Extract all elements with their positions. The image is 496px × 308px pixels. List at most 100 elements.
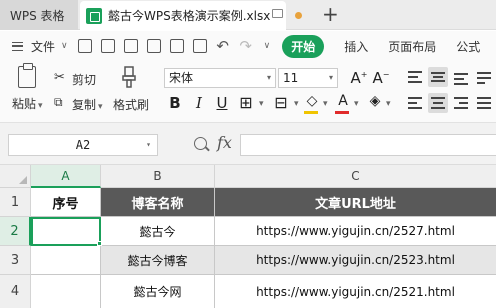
eraser-chevron-icon[interactable]: ▾ — [386, 99, 391, 109]
borders-icon[interactable]: ⊞ — [237, 93, 255, 112]
undo-icon[interactable]: ↶ — [216, 39, 230, 54]
quick-access-chevron-icon[interactable]: ∨ — [264, 41, 271, 51]
format-painter-button[interactable]: 格式刷 — [113, 96, 149, 113]
print-preview-icon[interactable] — [192, 39, 207, 53]
column-header-b[interactable]: B — [101, 165, 215, 188]
unsaved-dot-icon — [295, 12, 302, 19]
tab-insert[interactable]: 插入 — [344, 38, 368, 55]
spreadsheet-icon — [86, 7, 102, 24]
tab-formula[interactable]: 公式 — [456, 38, 480, 55]
decrease-font-icon[interactable]: A− — [372, 69, 390, 87]
file-menu-label: 文件 — [31, 39, 56, 54]
fill-color-icon[interactable]: ◇ — [303, 93, 321, 109]
cell-a3[interactable] — [31, 246, 101, 275]
copy-icon: ⧉ — [54, 95, 63, 109]
insert-function-icon[interactable]: fx — [217, 133, 232, 152]
font-name-value: 宋体 — [169, 71, 194, 85]
spreadsheet-grid: A B C 1 2 3 4 序号 博客名称 文章URL地址 懿古今 https:… — [0, 165, 496, 308]
name-box[interactable]: A2 ▾ — [8, 134, 158, 156]
row-header-3[interactable]: 3 — [0, 246, 31, 275]
ribbon: 粘贴 ▾ ✂ 剪切 ⧉ 复制 ▾ 格式刷 宋体 ▾ 11 ▾ A+ A− B I U… — [0, 61, 496, 123]
name-box-value: A2 — [75, 138, 91, 152]
tab-start[interactable]: 开始 — [282, 34, 325, 58]
eraser-icon[interactable]: ◈ — [366, 93, 384, 109]
bold-button[interactable]: B — [166, 94, 184, 112]
redo-icon[interactable]: ↷ — [239, 39, 253, 54]
new-tab-plus-icon[interactable]: + — [322, 4, 339, 24]
app-tab-label: WPS 表格 — [10, 8, 65, 23]
menu-bar: 文件 ∨ ↶ ↷ ∨ 开始 插入 页面布局 公式 — [0, 31, 496, 61]
font-name-dropdown-icon: ▾ — [266, 73, 271, 82]
header-cell-blog-name[interactable]: 博客名称 — [101, 188, 215, 217]
underline-button[interactable]: U — [213, 94, 231, 112]
font-color-swatch — [335, 111, 349, 114]
print-icon[interactable] — [169, 39, 184, 53]
font-size-select[interactable]: 11 ▾ — [278, 68, 338, 88]
document-tab-label: 懿古今WPS表格演示案例.xlsx — [108, 9, 271, 23]
align-middle-icon[interactable] — [428, 67, 448, 87]
row-header-1[interactable]: 1 — [0, 188, 31, 217]
copy-button[interactable]: 复制 ▾ — [72, 96, 103, 113]
column-header-a[interactable]: A — [31, 165, 101, 188]
wrap-text-icon[interactable] — [474, 67, 494, 87]
font-color-icon[interactable]: A — [334, 93, 352, 109]
cell-b4[interactable]: 懿古今网 — [101, 275, 215, 308]
hamburger-icon — [12, 41, 23, 51]
cell-c3[interactable]: https://www.yigujin.cn/2523.html — [215, 246, 496, 275]
align-center-icon[interactable] — [428, 93, 448, 113]
cell-c4[interactable]: https://www.yigujin.cn/2521.html — [215, 275, 496, 308]
tab-page-layout[interactable]: 页面布局 — [388, 38, 436, 55]
paste-icon[interactable] — [18, 63, 36, 88]
cell-b3[interactable]: 懿古今博客 — [101, 246, 215, 275]
app-tab[interactable]: WPS 表格 — [0, 0, 78, 30]
document-tab[interactable]: 懿古今WPS表格演示案例.xlsx — [80, 1, 286, 30]
header-cell-article-url[interactable]: 文章URL地址 — [215, 188, 496, 217]
paste-label: 粘贴 — [12, 97, 37, 111]
cell-b2[interactable]: 懿古今 — [101, 217, 215, 246]
paste-button[interactable]: 粘贴 ▾ — [12, 95, 43, 112]
font-size-dropdown-icon: ▾ — [328, 73, 333, 82]
name-box-dropdown-icon: ▾ — [146, 140, 151, 149]
fill-handle[interactable] — [97, 241, 102, 246]
select-all-corner[interactable] — [0, 165, 31, 188]
title-bar: WPS 表格 懿古今WPS表格演示案例.xlsx + — [0, 0, 496, 30]
row-header-2[interactable]: 2 — [0, 217, 31, 246]
header-cell-index[interactable]: 序号 — [31, 188, 101, 217]
justify-icon[interactable] — [474, 93, 494, 113]
zoom-search-icon[interactable] — [194, 137, 207, 150]
cell-a2[interactable] — [31, 217, 101, 246]
column-header-c[interactable]: C — [215, 165, 496, 188]
copy-label: 复制 — [72, 98, 97, 112]
monitor-icon[interactable] — [272, 9, 283, 18]
export-pdf-icon[interactable] — [146, 39, 161, 53]
row-header-4[interactable]: 4 — [0, 275, 31, 308]
copy-chevron-icon: ▾ — [98, 102, 103, 112]
formula-input[interactable] — [240, 134, 496, 156]
fill-color-chevron-icon[interactable]: ▾ — [323, 99, 328, 109]
increase-font-icon[interactable]: A+ — [350, 69, 368, 87]
align-top-icon[interactable] — [405, 67, 425, 87]
quick-access-toolbar: ↶ ↷ ∨ — [77, 39, 271, 54]
font-name-select[interactable]: 宋体 ▾ — [164, 68, 276, 88]
italic-button[interactable]: I — [190, 94, 208, 112]
align-right-icon[interactable] — [451, 93, 471, 113]
cell-a4[interactable] — [31, 275, 101, 308]
align-left-icon[interactable] — [405, 93, 425, 113]
merge-cells-icon[interactable]: ⊟ — [272, 93, 290, 112]
chevron-down-icon: ∨ — [61, 41, 68, 51]
font-size-value: 11 — [283, 71, 299, 85]
file-menu[interactable]: 文件 ∨ — [0, 38, 68, 55]
font-color-chevron-icon[interactable]: ▾ — [354, 99, 359, 109]
paste-chevron-icon: ▾ — [38, 101, 43, 111]
cut-button[interactable]: 剪切 — [72, 71, 96, 88]
new-file-icon[interactable] — [77, 39, 92, 53]
open-folder-icon[interactable] — [100, 39, 115, 53]
fill-color-swatch — [304, 111, 318, 114]
format-painter-icon[interactable] — [122, 66, 136, 88]
cell-c2[interactable]: https://www.yigujin.cn/2527.html — [215, 217, 496, 246]
scissors-icon: ✂ — [54, 70, 65, 85]
borders-chevron-icon[interactable]: ▾ — [259, 99, 264, 109]
align-bottom-icon[interactable] — [451, 67, 471, 87]
merge-chevron-icon[interactable]: ▾ — [294, 99, 299, 109]
save-icon[interactable] — [123, 39, 138, 53]
